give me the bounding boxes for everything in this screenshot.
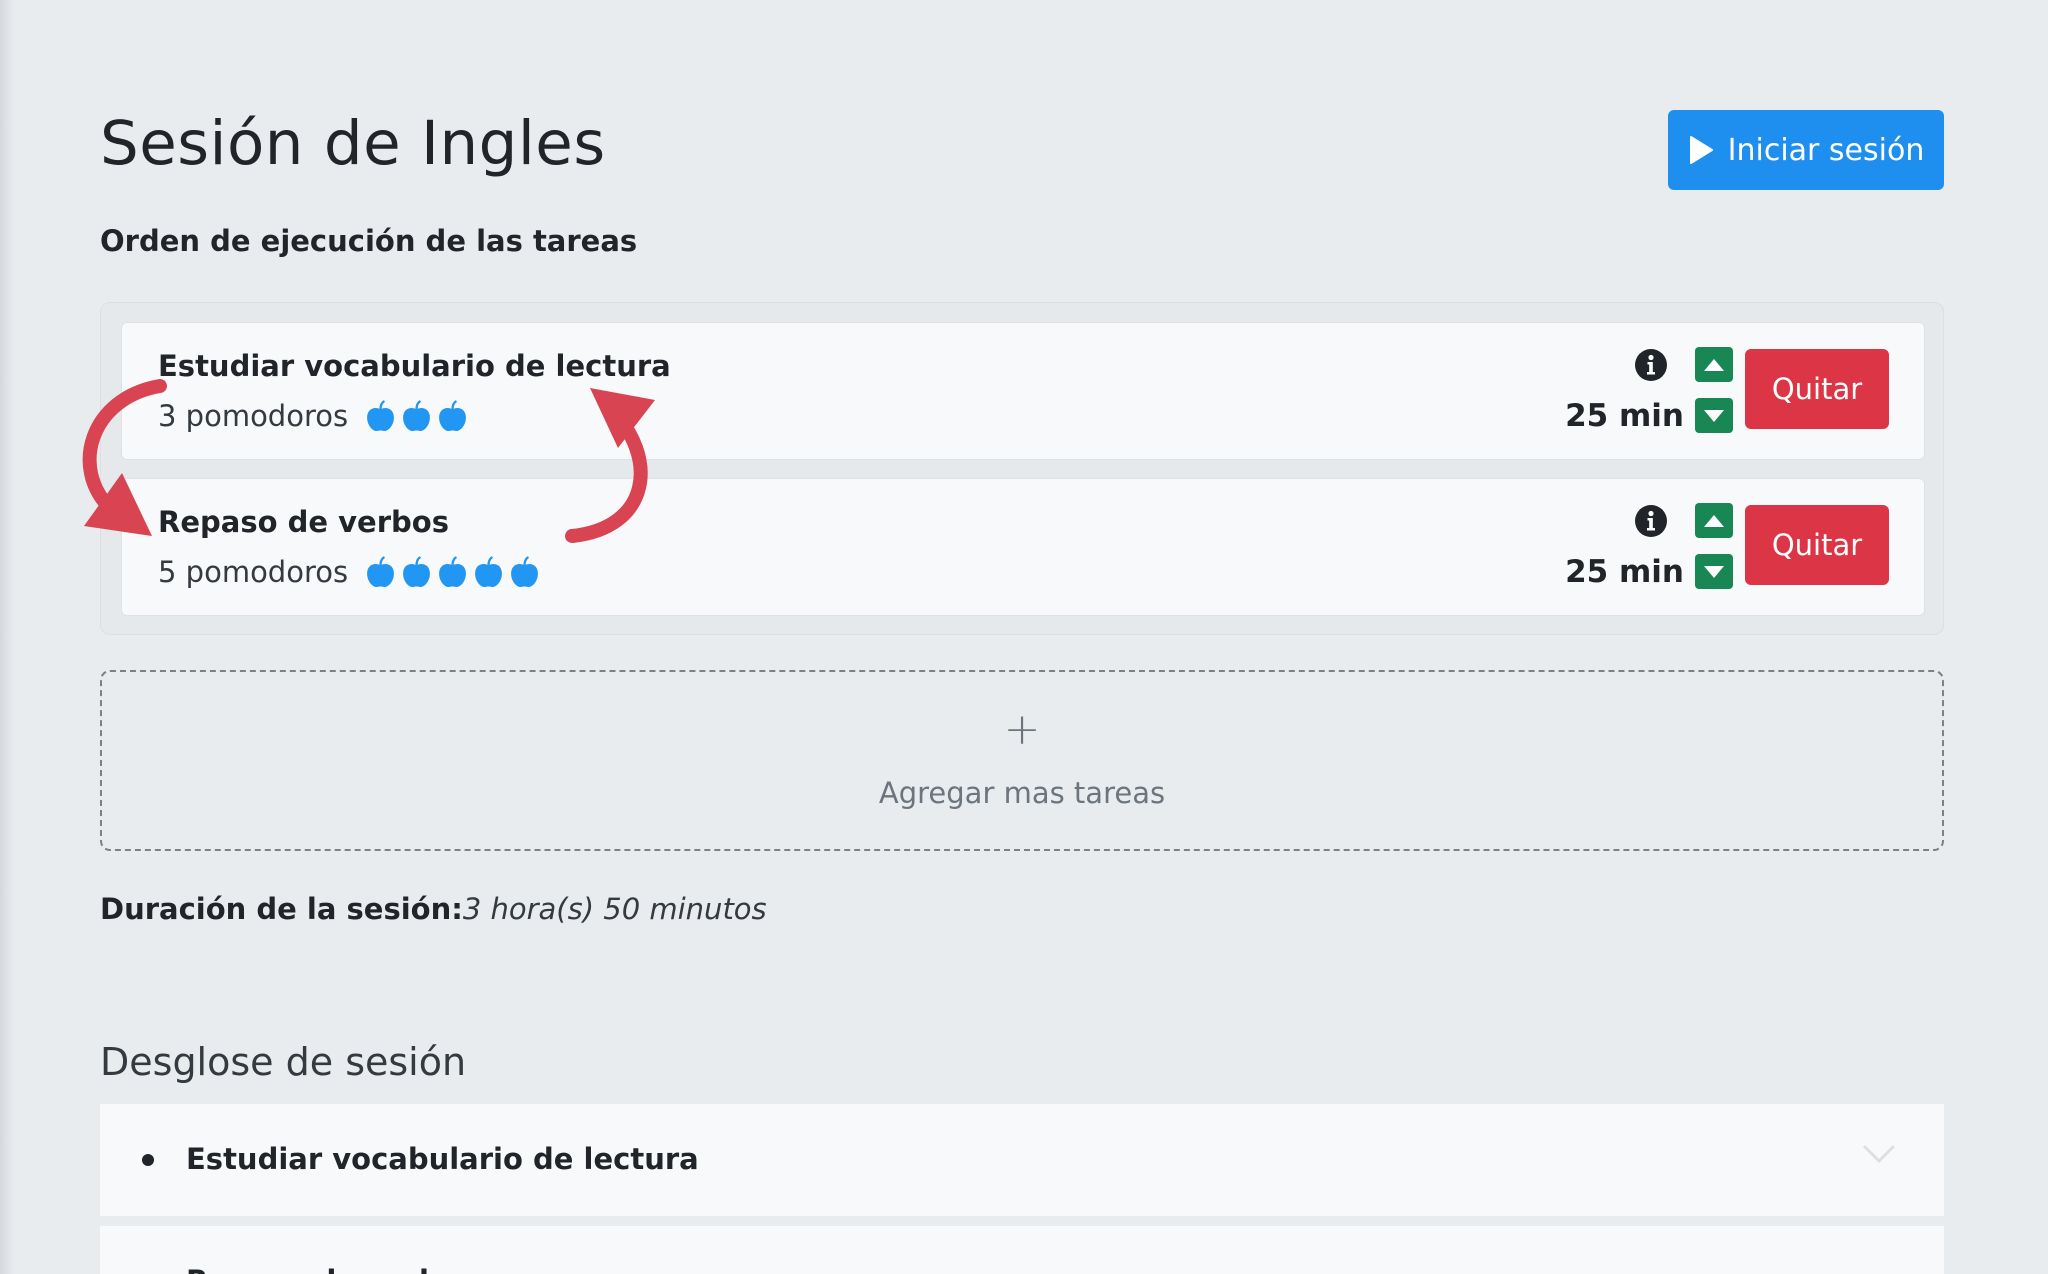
task-name: Repaso de verbos <box>158 505 449 539</box>
start-session-label: Iniciar sesión <box>1727 132 1925 168</box>
session-duration-value: 3 hora(s) 50 minutos <box>462 892 767 926</box>
info-icon[interactable] <box>1634 348 1668 382</box>
pomodoro-icons <box>364 555 541 589</box>
add-tasks-label: Agregar mas tareas <box>878 776 1166 810</box>
caret-down-icon <box>1704 409 1724 422</box>
breakdown-item[interactable]: Estudiar vocabulario de lectura <box>100 1104 1944 1216</box>
apple-icon <box>439 555 467 587</box>
task-name: Estudiar vocabulario de lectura <box>158 349 671 383</box>
move-up-button[interactable] <box>1695 503 1733 538</box>
apple-icon <box>439 399 467 431</box>
task-card: Repaso de verbos 5 pomodoros 25 min Quit… <box>121 478 1925 616</box>
breakdown-title: Desglose de sesión <box>100 1040 467 1084</box>
breakdown-item[interactable]: Repaso de verbos <box>100 1226 1944 1274</box>
remove-task-button[interactable]: Quitar <box>1745 349 1889 429</box>
pomodoro-icons <box>364 399 469 433</box>
page-title: Sesión de Ingles <box>100 108 606 179</box>
chevron-down-icon[interactable] <box>1862 1144 1896 1164</box>
move-up-button[interactable] <box>1695 347 1733 382</box>
pomodoro-count: 3 pomodoros <box>158 399 349 433</box>
plus-icon: + <box>1003 704 1041 755</box>
apple-icon <box>367 399 395 431</box>
breakdown-item-label: Estudiar vocabulario de lectura <box>186 1142 699 1176</box>
task-pomodoros: 5 pomodoros <box>158 555 541 589</box>
apple-icon <box>403 555 431 587</box>
move-down-button[interactable] <box>1695 554 1733 589</box>
task-duration: 25 min <box>1565 554 1684 590</box>
session-duration: Duración de la sesión:3 hora(s) 50 minut… <box>100 892 767 926</box>
apple-icon <box>367 555 395 587</box>
bullet-icon <box>142 1154 154 1166</box>
caret-down-icon <box>1704 565 1724 578</box>
remove-task-button[interactable]: Quitar <box>1745 505 1889 585</box>
apple-icon <box>403 399 431 431</box>
session-duration-label: Duración de la sesión: <box>100 892 463 926</box>
play-icon <box>1689 136 1713 164</box>
pomodoro-count: 5 pomodoros <box>158 555 349 589</box>
add-tasks-dropzone[interactable]: + Agregar mas tareas <box>100 670 1944 851</box>
task-card: Estudiar vocabulario de lectura 3 pomodo… <box>121 322 1925 460</box>
caret-up-icon <box>1704 514 1724 527</box>
apple-icon <box>475 555 503 587</box>
task-duration: 25 min <box>1565 398 1684 434</box>
move-down-button[interactable] <box>1695 398 1733 433</box>
apple-icon <box>511 555 539 587</box>
left-edge-shadow <box>0 0 14 1274</box>
task-pomodoros: 3 pomodoros <box>158 399 469 433</box>
info-icon[interactable] <box>1634 504 1668 538</box>
start-session-button[interactable]: Iniciar sesión <box>1668 110 1944 190</box>
breakdown-item-label: Repaso de verbos <box>186 1264 477 1274</box>
caret-up-icon <box>1704 358 1724 371</box>
task-order-list: Estudiar vocabulario de lectura 3 pomodo… <box>100 302 1944 635</box>
task-order-subtitle: Orden de ejecución de las tareas <box>100 224 638 258</box>
